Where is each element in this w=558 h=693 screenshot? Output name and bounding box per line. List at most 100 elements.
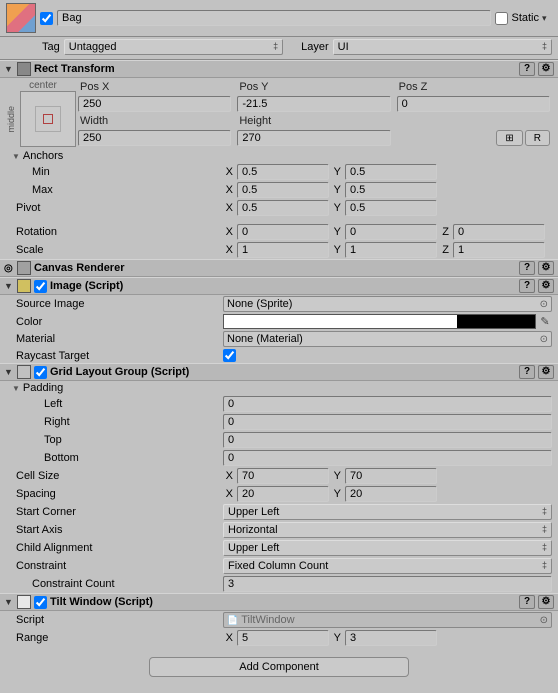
rotation-label: Rotation [6, 226, 221, 238]
scale-y[interactable] [345, 242, 437, 258]
script-icon: 📄 [227, 615, 238, 626]
padding-foldout[interactable]: Padding [6, 382, 221, 394]
anchor-min-label: Min [6, 166, 221, 178]
y-label: Y [331, 166, 343, 178]
context-menu-button[interactable]: ⚙ [538, 365, 554, 379]
help-button[interactable]: ? [519, 279, 535, 293]
anchor-max-x[interactable] [237, 182, 329, 198]
anchor-min-y[interactable] [345, 164, 437, 180]
context-menu-button[interactable]: ⚙ [538, 279, 554, 293]
y-label: Y [331, 184, 343, 196]
cell-size-y[interactable] [345, 468, 437, 484]
start-corner-label: Start Corner [6, 506, 221, 518]
height-field[interactable] [237, 130, 390, 146]
tilt-window-header[interactable]: ▼ Tilt Window (Script) ? ⚙ [0, 593, 558, 611]
rect-transform-header[interactable]: ▼ Rect Transform ? ⚙ [0, 60, 558, 78]
constraint-count[interactable] [223, 576, 552, 592]
tag-dropdown[interactable]: Untagged [64, 39, 283, 55]
rotation-x[interactable] [237, 224, 329, 240]
foldout-icon[interactable]: ▼ [4, 367, 14, 377]
source-image-field[interactable]: None (Sprite)⊙ [223, 296, 552, 312]
active-checkbox[interactable] [40, 12, 53, 25]
layer-label: Layer [301, 41, 329, 53]
posz-field[interactable] [397, 96, 550, 112]
static-dropdown-icon[interactable]: ▾ [542, 13, 552, 24]
help-button[interactable]: ? [519, 595, 535, 609]
posy-field[interactable] [237, 96, 390, 112]
y-label: Y [331, 632, 343, 644]
image-component-icon [17, 279, 31, 293]
object-name-field[interactable] [57, 10, 491, 26]
x-label: X [223, 470, 235, 482]
help-button[interactable]: ? [519, 62, 535, 76]
blueprint-mode-button[interactable]: ⊞ [496, 130, 522, 146]
width-field[interactable] [78, 130, 231, 146]
y-label: Y [331, 488, 343, 500]
anchors-foldout[interactable]: Anchors [6, 150, 221, 162]
y-label: Y [331, 470, 343, 482]
padding-top[interactable] [223, 432, 552, 448]
range-y[interactable] [345, 630, 437, 646]
rotation-z[interactable] [453, 224, 545, 240]
script-field: 📄 TiltWindow ⊙ [223, 612, 552, 628]
width-label: Width [78, 115, 231, 127]
canvas-renderer-header[interactable]: ◎ Canvas Renderer ? ⚙ [0, 259, 558, 277]
material-field[interactable]: None (Material)⊙ [223, 331, 552, 347]
anchor-max-y[interactable] [345, 182, 437, 198]
constraint-label: Constraint [6, 560, 221, 572]
y-label: Y [331, 226, 343, 238]
child-alignment-dropdown[interactable]: Upper Left [223, 540, 552, 556]
anchor-min-x[interactable] [237, 164, 329, 180]
script-component-icon [17, 595, 31, 609]
spacing-label: Spacing [6, 488, 221, 500]
foldout-icon[interactable]: ▼ [4, 64, 14, 74]
spacing-x[interactable] [237, 486, 329, 502]
source-image-label: Source Image [6, 298, 221, 310]
pivot-y[interactable] [345, 200, 437, 216]
start-corner-dropdown[interactable]: Upper Left [223, 504, 552, 520]
padding-left[interactable] [223, 396, 552, 412]
image-header[interactable]: ▼ Image (Script) ? ⚙ [0, 277, 558, 295]
spacing-y[interactable] [345, 486, 437, 502]
anchor-preset-side: middle [6, 106, 16, 133]
start-axis-dropdown[interactable]: Horizontal [223, 522, 552, 538]
pivot-x[interactable] [237, 200, 329, 216]
start-axis-label: Start Axis [6, 524, 221, 536]
context-menu-button[interactable]: ⚙ [538, 595, 554, 609]
gameobject-icon[interactable] [6, 3, 36, 33]
eyedropper-icon[interactable]: ✎ [538, 315, 552, 328]
rotation-y[interactable] [345, 224, 437, 240]
scale-x[interactable] [237, 242, 329, 258]
help-button[interactable]: ? [519, 365, 535, 379]
static-checkbox[interactable] [495, 12, 508, 25]
context-menu-button[interactable]: ⚙ [538, 261, 554, 275]
context-menu-button[interactable]: ⚙ [538, 62, 554, 76]
image-enable-checkbox[interactable] [34, 280, 47, 293]
add-component-button[interactable]: Add Component [149, 657, 409, 677]
layer-dropdown[interactable]: UI [333, 39, 552, 55]
raycast-target-checkbox[interactable] [223, 349, 236, 362]
posx-field[interactable] [78, 96, 231, 112]
foldout-icon[interactable]: ▼ [4, 281, 14, 291]
script-label: Script [6, 614, 221, 626]
scale-z[interactable] [453, 242, 545, 258]
x-label: X [223, 166, 235, 178]
x-label: X [223, 184, 235, 196]
grid-layout-header[interactable]: ▼ Grid Layout Group (Script) ? ⚙ [0, 363, 558, 381]
grid-layout-enable-checkbox[interactable] [34, 366, 47, 379]
posz-label: Pos Z [397, 81, 550, 93]
constraint-dropdown[interactable]: Fixed Column Count [223, 558, 552, 574]
x-label: X [223, 226, 235, 238]
padding-right[interactable] [223, 414, 552, 430]
raw-edit-button[interactable]: R [525, 130, 550, 146]
anchor-preset-button[interactable] [20, 91, 76, 147]
help-button[interactable]: ? [519, 261, 535, 275]
tilt-window-enable-checkbox[interactable] [34, 596, 47, 609]
color-field[interactable] [223, 314, 536, 329]
range-x[interactable] [237, 630, 329, 646]
cell-size-x[interactable] [237, 468, 329, 484]
height-label: Height [237, 115, 390, 127]
foldout-icon[interactable]: ▼ [4, 597, 14, 607]
posx-label: Pos X [78, 81, 231, 93]
padding-bottom[interactable] [223, 450, 552, 466]
